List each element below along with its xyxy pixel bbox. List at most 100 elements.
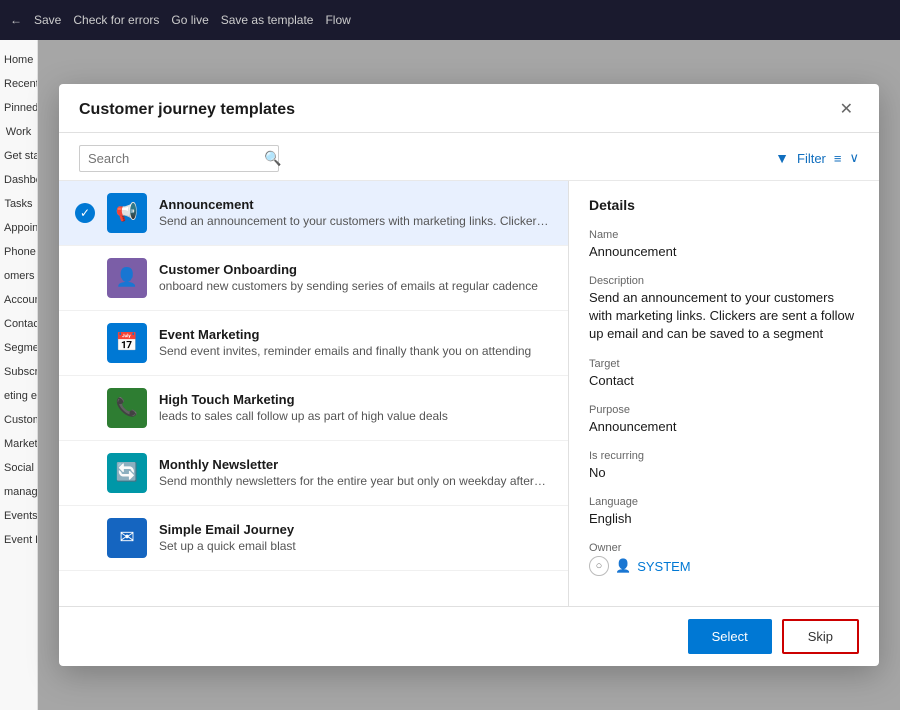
template-name: Announcement	[159, 197, 552, 212]
owner-status-icon: ○	[589, 556, 609, 576]
detail-field-value: No	[589, 464, 859, 482]
template-text: Simple Email Journey Set up a quick email…	[159, 522, 552, 553]
sidebar-item[interactable]: Tasks	[0, 192, 37, 216]
flow-button[interactable]: Flow	[325, 13, 350, 27]
chevron-icon: ∨	[849, 150, 859, 166]
template-list-item[interactable]: ✓📢AnnouncementSend an announcement to yo…	[59, 181, 568, 246]
sidebar-item[interactable]: Work	[0, 120, 37, 144]
filter-button[interactable]: ▼ Filter ≡ ∨	[775, 150, 859, 166]
save-button[interactable]: Save	[34, 13, 61, 27]
sidebar-item[interactable]: eting ex	[0, 384, 37, 408]
template-list-item[interactable]: 📅 Event Marketing Send event invites, remi…	[59, 311, 568, 376]
detail-field: Name Announcement	[589, 229, 859, 261]
sidebar-item[interactable]: Home	[0, 48, 37, 72]
template-text: Announcement Send an announcement to your…	[159, 197, 552, 228]
check-errors-button[interactable]: Check for errors	[73, 13, 159, 27]
sidebar-item[interactable]: Subscri	[0, 360, 37, 384]
template-list-item[interactable]: 👤 Customer Onboarding onboard new customer…	[59, 246, 568, 311]
template-description: onboard new customers by sending series …	[159, 279, 552, 293]
owner-field: Owner ○ 👤 SYSTEM	[589, 542, 859, 576]
go-live-button[interactable]: Go live	[171, 13, 208, 27]
sidebar-item[interactable]: Phone C	[0, 240, 37, 264]
sidebar-item[interactable]: Get start	[0, 144, 37, 168]
sidebar-item[interactable]: Dashbo	[0, 168, 37, 192]
detail-field-value: Announcement	[589, 243, 859, 261]
sidebar-item[interactable]: Event R	[0, 528, 37, 552]
template-check: ✓	[75, 203, 95, 223]
customer-journey-modal: Customer journey templates ✕ 🔍 ▼ Filter …	[59, 84, 879, 667]
filter-icon: ▼	[775, 150, 789, 166]
details-section-title: Details	[589, 197, 859, 213]
template-check	[75, 398, 95, 418]
sort-icon: ≡	[834, 151, 842, 166]
sidebar-item[interactable]: Contact	[0, 312, 37, 336]
template-name: Monthly Newsletter	[159, 457, 552, 472]
sidebar-item[interactable]: Pinned	[0, 96, 37, 120]
modal-title: Customer journey templates	[79, 101, 295, 119]
template-name: Event Marketing	[159, 327, 552, 342]
detail-field: Language English	[589, 496, 859, 528]
sidebar: HomeRecentPinnedWorkGet startDashboTasks…	[0, 40, 38, 710]
sidebar-item[interactable]: Segmen	[0, 336, 37, 360]
template-check	[75, 463, 95, 483]
sidebar-item[interactable]: Marketi	[0, 432, 37, 456]
owner-person-icon: 👤	[615, 558, 631, 574]
sidebar-item[interactable]: Account	[0, 288, 37, 312]
detail-field-label: Language	[589, 496, 859, 508]
template-description: Set up a quick email blast	[159, 539, 552, 553]
template-icon: 📞	[107, 388, 147, 428]
sidebar-item[interactable]: omers	[0, 264, 37, 288]
template-description: Send monthly newsletters for the entire …	[159, 474, 552, 488]
sidebar-item[interactable]: Events	[0, 504, 37, 528]
modal-close-button[interactable]: ✕	[834, 100, 859, 120]
template-icon: ✉	[107, 518, 147, 558]
template-list: ✓📢AnnouncementSend an announcement to yo…	[59, 181, 569, 607]
detail-field-label: Description	[589, 275, 859, 287]
modal-footer: Select Skip	[59, 606, 879, 666]
template-icon: 👤	[107, 258, 147, 298]
template-description: Send an announcement to your customers w…	[159, 214, 552, 228]
template-text: Event Marketing Send event invites, remin…	[159, 327, 552, 358]
app-body: HomeRecentPinnedWorkGet startDashboTasks…	[0, 40, 900, 710]
sidebar-item[interactable]: Custome	[0, 408, 37, 432]
sidebar-item[interactable]: Social p	[0, 456, 37, 480]
template-details: Details Name Announcement Description Send …	[569, 181, 879, 607]
search-row: 🔍 ▼ Filter ≡ ∨	[59, 133, 879, 180]
sidebar-item[interactable]: Appoint	[0, 216, 37, 240]
template-icon: 📅	[107, 323, 147, 363]
detail-field-value: Contact	[589, 372, 859, 390]
template-text: High Touch Marketingleads to sales call …	[159, 392, 552, 423]
owner-name: SYSTEM	[637, 559, 690, 574]
template-text: Customer Onboarding onboard new customers…	[159, 262, 552, 293]
template-name: Customer Onboarding	[159, 262, 552, 277]
main-content: Customer journey templates ✕ 🔍 ▼ Filter …	[38, 40, 900, 710]
template-text: Monthly Newsletter Send monthly newslette…	[159, 457, 552, 488]
detail-field: Target Contact	[589, 358, 859, 390]
modal-backdrop: Customer journey templates ✕ 🔍 ▼ Filter …	[38, 40, 900, 710]
detail-field-label: Is recurring	[589, 450, 859, 462]
template-list-item[interactable]: 📞 High Touch Marketingleads to sales call…	[59, 376, 568, 441]
template-description: Send event invites, reminder emails and …	[159, 344, 552, 358]
template-list-item[interactable]: 🔄 Monthly Newsletter Send monthly newslett…	[59, 441, 568, 506]
sidebar-item[interactable]: Recent	[0, 72, 37, 96]
modal-body: ✓📢AnnouncementSend an announcement to yo…	[59, 180, 879, 607]
detail-field: PurposeAnnouncement	[589, 404, 859, 436]
detail-field-value: English	[589, 510, 859, 528]
detail-field-label: Purpose	[589, 404, 859, 416]
template-list-item[interactable]: ✉ Simple Email Journey Set up a quick emai…	[59, 506, 568, 571]
select-button[interactable]: Select	[688, 619, 772, 654]
skip-button[interactable]: Skip	[782, 619, 859, 654]
modal-header: Customer journey templates ✕	[59, 84, 879, 133]
sidebar-item[interactable]: manag	[0, 480, 37, 504]
detail-field-value: Send an announcement to your customers w…	[589, 289, 859, 344]
detail-field-label: Name	[589, 229, 859, 241]
app-background: ← Save Check for errors Go live Save as …	[0, 0, 900, 710]
template-icon: 🔄	[107, 453, 147, 493]
save-as-template-button[interactable]: Save as template	[221, 13, 314, 27]
search-box[interactable]: 🔍	[79, 145, 279, 172]
detail-field-label: Target	[589, 358, 859, 370]
template-description: leads to sales call follow up as part of…	[159, 409, 552, 423]
back-button[interactable]: ←	[10, 13, 22, 27]
search-input[interactable]	[88, 151, 264, 166]
template-name: Simple Email Journey	[159, 522, 552, 537]
